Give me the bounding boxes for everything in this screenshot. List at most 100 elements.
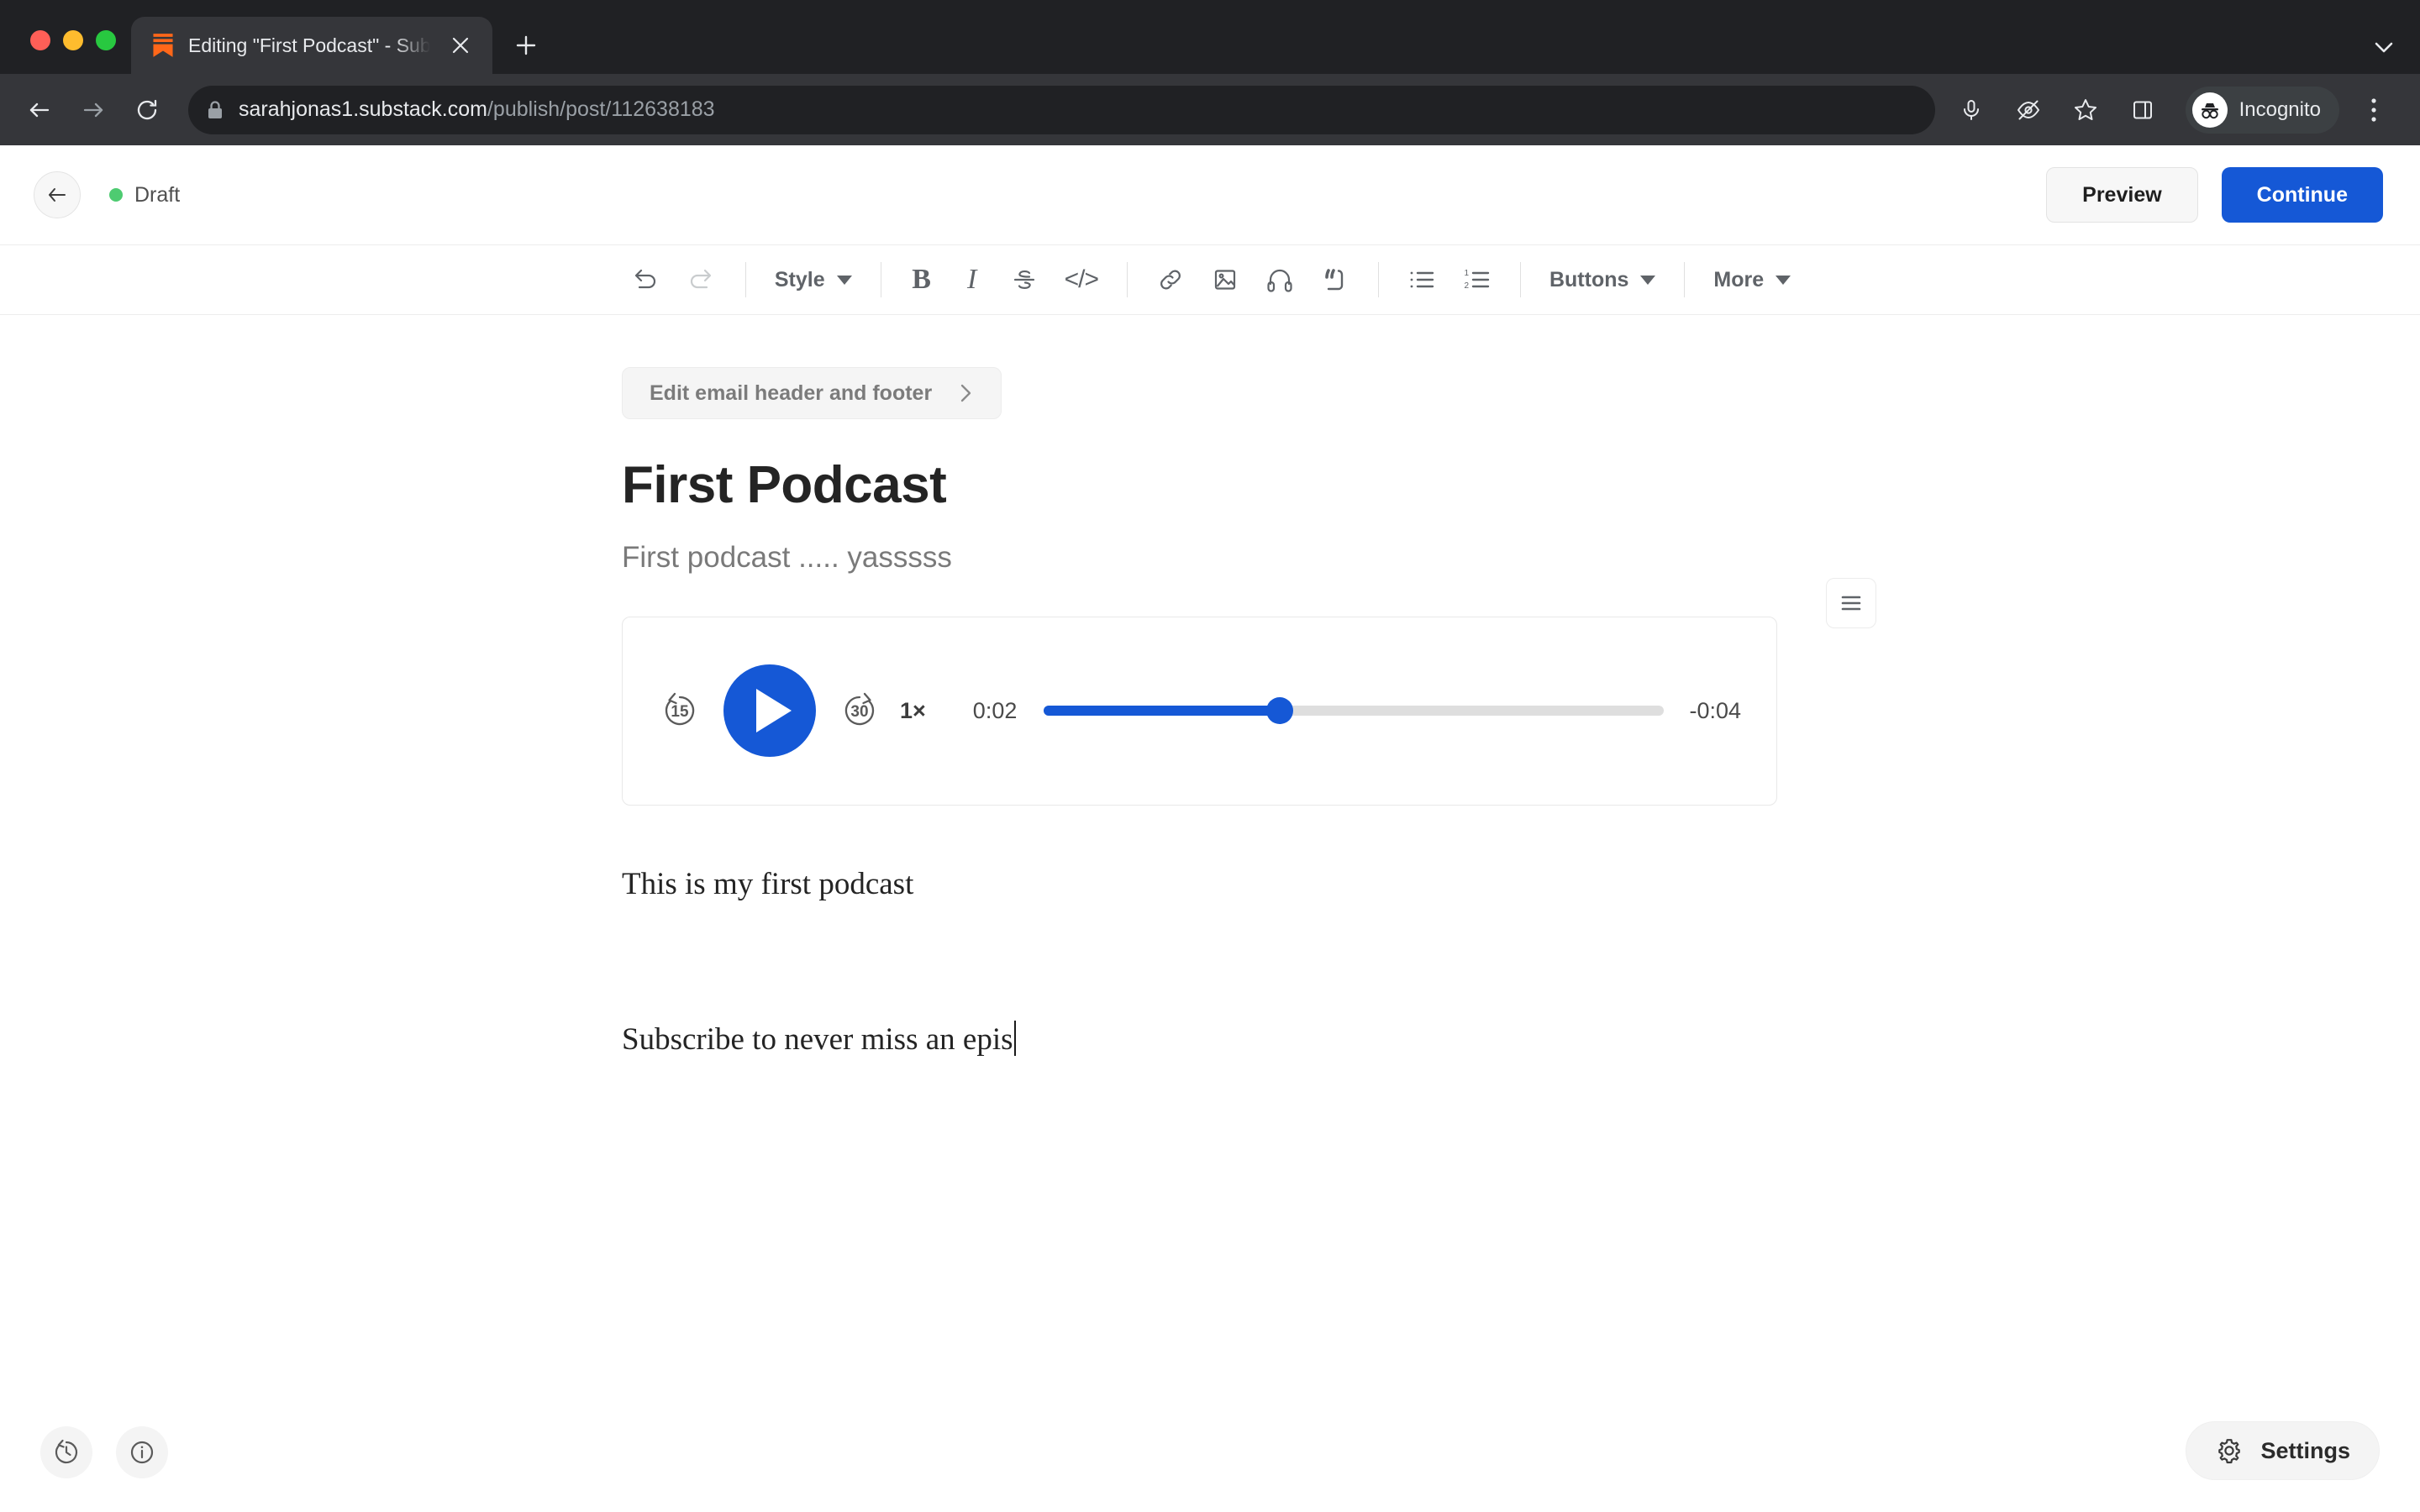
audio-player-block: 15 30 1× 0:02 -0:04 — [622, 577, 1876, 806]
rewind-15-button[interactable]: 15 — [658, 689, 702, 732]
chevron-down-icon — [1776, 275, 1791, 285]
microphone-icon[interactable] — [1949, 87, 1994, 133]
style-label: Style — [774, 267, 825, 291]
headphones-icon[interactable] — [1252, 255, 1307, 305]
window-traffic-lights — [0, 30, 116, 74]
chevron-down-icon — [1640, 275, 1656, 285]
incognito-profile-button[interactable]: Incognito — [2185, 86, 2339, 134]
back-arrow-icon[interactable] — [34, 171, 81, 218]
back-arrow-icon[interactable] — [15, 86, 64, 134]
forward-arrow-icon[interactable] — [69, 86, 118, 134]
toolbar-divider — [1684, 262, 1686, 297]
status-dot-icon — [109, 188, 123, 202]
current-time-label: 0:02 — [972, 697, 1018, 723]
more-dropdown[interactable]: More — [1700, 255, 1804, 305]
post-title[interactable]: First Podcast — [622, 457, 1798, 514]
bold-button[interactable]: B — [897, 255, 947, 305]
close-window-button[interactable] — [30, 30, 50, 50]
omnibox-action-icons: Incognito — [1949, 86, 2396, 134]
svg-text:1: 1 — [1464, 269, 1469, 278]
post-document: Edit email header and footer First Podca… — [622, 315, 1876, 1063]
toolbar-divider — [1126, 262, 1128, 297]
redo-icon[interactable] — [673, 255, 730, 305]
star-icon[interactable] — [2063, 87, 2108, 133]
preview-button[interactable]: Preview — [2046, 167, 2198, 223]
browser-tab-strip: Editing "First Podcast" - Subst — [0, 0, 2420, 74]
post-paragraph-2[interactable]: Subscribe to never miss an epis — [622, 1016, 1798, 1063]
three-dots-icon[interactable] — [2351, 87, 2396, 133]
progress-knob[interactable] — [1265, 697, 1293, 725]
address-bar[interactable]: sarahjonas1.substack.com/publish/post/11… — [188, 85, 1935, 134]
editor-canvas: Edit email header and footer First Podca… — [0, 315, 2420, 1512]
style-dropdown[interactable]: Style — [761, 255, 865, 305]
post-paragraph-2-text: Subscribe to never miss an epis — [622, 1022, 1013, 1058]
edit-email-header-footer-label: Edit email header and footer — [650, 381, 933, 405]
settings-button[interactable]: Settings — [2186, 1421, 2380, 1480]
numbered-list-icon[interactable]: 1 2 — [1449, 255, 1505, 305]
profile-label: Incognito — [2238, 97, 2321, 121]
code-label: </> — [1064, 265, 1099, 293]
forward-30-button[interactable]: 30 — [838, 689, 881, 732]
settings-label: Settings — [2260, 1437, 2350, 1463]
gear-icon — [2215, 1436, 2244, 1465]
buttons-dropdown[interactable]: Buttons — [1536, 255, 1669, 305]
text-cursor — [1013, 1021, 1016, 1057]
editor-header: Draft Preview Continue — [0, 145, 2420, 244]
rewind-amount-label: 15 — [671, 703, 689, 722]
italic-label: I — [966, 264, 977, 295]
link-icon[interactable] — [1143, 255, 1198, 305]
blockquote-icon[interactable] — [1307, 255, 1363, 305]
browser-toolbar: sarahjonas1.substack.com/publish/post/11… — [0, 74, 2420, 145]
chevron-down-icon[interactable] — [2371, 39, 2396, 55]
audio-player: 15 30 1× 0:02 -0:04 — [622, 616, 1777, 806]
chevron-right-icon — [957, 382, 974, 404]
minimize-window-button[interactable] — [63, 30, 83, 50]
bullet-list-icon[interactable] — [1394, 255, 1449, 305]
toolbar-divider — [1377, 262, 1379, 297]
undo-icon[interactable] — [616, 255, 673, 305]
editor-toolbar: Style B I </> 1 2 Buttons More — [0, 244, 2420, 315]
bold-label: B — [912, 264, 931, 295]
browser-window: Editing "First Podcast" - Subst sarahjon… — [0, 0, 2420, 1512]
post-subtitle[interactable]: First podcast ..... yasssss — [622, 541, 1798, 575]
svg-text:2: 2 — [1464, 281, 1469, 291]
edit-email-header-footer-button[interactable]: Edit email header and footer — [622, 367, 1002, 419]
lock-icon — [207, 100, 224, 120]
play-button[interactable] — [723, 664, 816, 758]
progress-slider[interactable] — [1044, 697, 1665, 725]
remaining-time-label: -0:04 — [1689, 697, 1741, 723]
side-panel-icon[interactable] — [2120, 87, 2165, 133]
italic-button[interactable]: I — [947, 255, 997, 305]
play-icon — [756, 689, 792, 733]
forward-amount-label: 30 — [850, 703, 869, 722]
browser-tab-title: Editing "First Podcast" - Subst — [188, 34, 430, 56]
toolbar-divider — [744, 262, 746, 297]
strikethrough-icon[interactable] — [997, 255, 1051, 305]
toolbar-divider — [1519, 262, 1521, 297]
more-label: More — [1713, 267, 1765, 291]
image-icon[interactable] — [1198, 255, 1252, 305]
eye-off-icon[interactable] — [2006, 87, 2051, 133]
post-paragraph-1[interactable]: This is my first podcast — [622, 861, 1798, 908]
browser-tab[interactable]: Editing "First Podcast" - Subst — [131, 17, 492, 74]
playback-speed-button[interactable]: 1× — [900, 698, 926, 724]
history-clock-icon[interactable] — [40, 1426, 92, 1478]
chevron-down-icon — [836, 275, 852, 285]
header-actions: Preview Continue — [2046, 167, 2383, 223]
progress-fill — [1044, 706, 1280, 717]
address-bar-url: sarahjonas1.substack.com/publish/post/11… — [239, 97, 715, 121]
close-icon[interactable] — [444, 29, 477, 62]
buttons-label: Buttons — [1549, 267, 1629, 291]
status-label: Draft — [134, 182, 181, 207]
continue-button[interactable]: Continue — [2221, 167, 2383, 223]
maximize-window-button[interactable] — [96, 30, 116, 50]
info-icon[interactable] — [116, 1426, 168, 1478]
status-badge: Draft — [109, 183, 180, 207]
hamburger-menu-icon[interactable] — [1826, 577, 1876, 628]
substack-icon — [151, 33, 175, 58]
reload-icon[interactable] — [123, 86, 171, 134]
new-tab-icon[interactable] — [504, 24, 548, 67]
incognito-icon — [2191, 92, 2228, 128]
code-button[interactable]: </> — [1051, 255, 1112, 305]
footer-left-actions — [40, 1426, 168, 1478]
